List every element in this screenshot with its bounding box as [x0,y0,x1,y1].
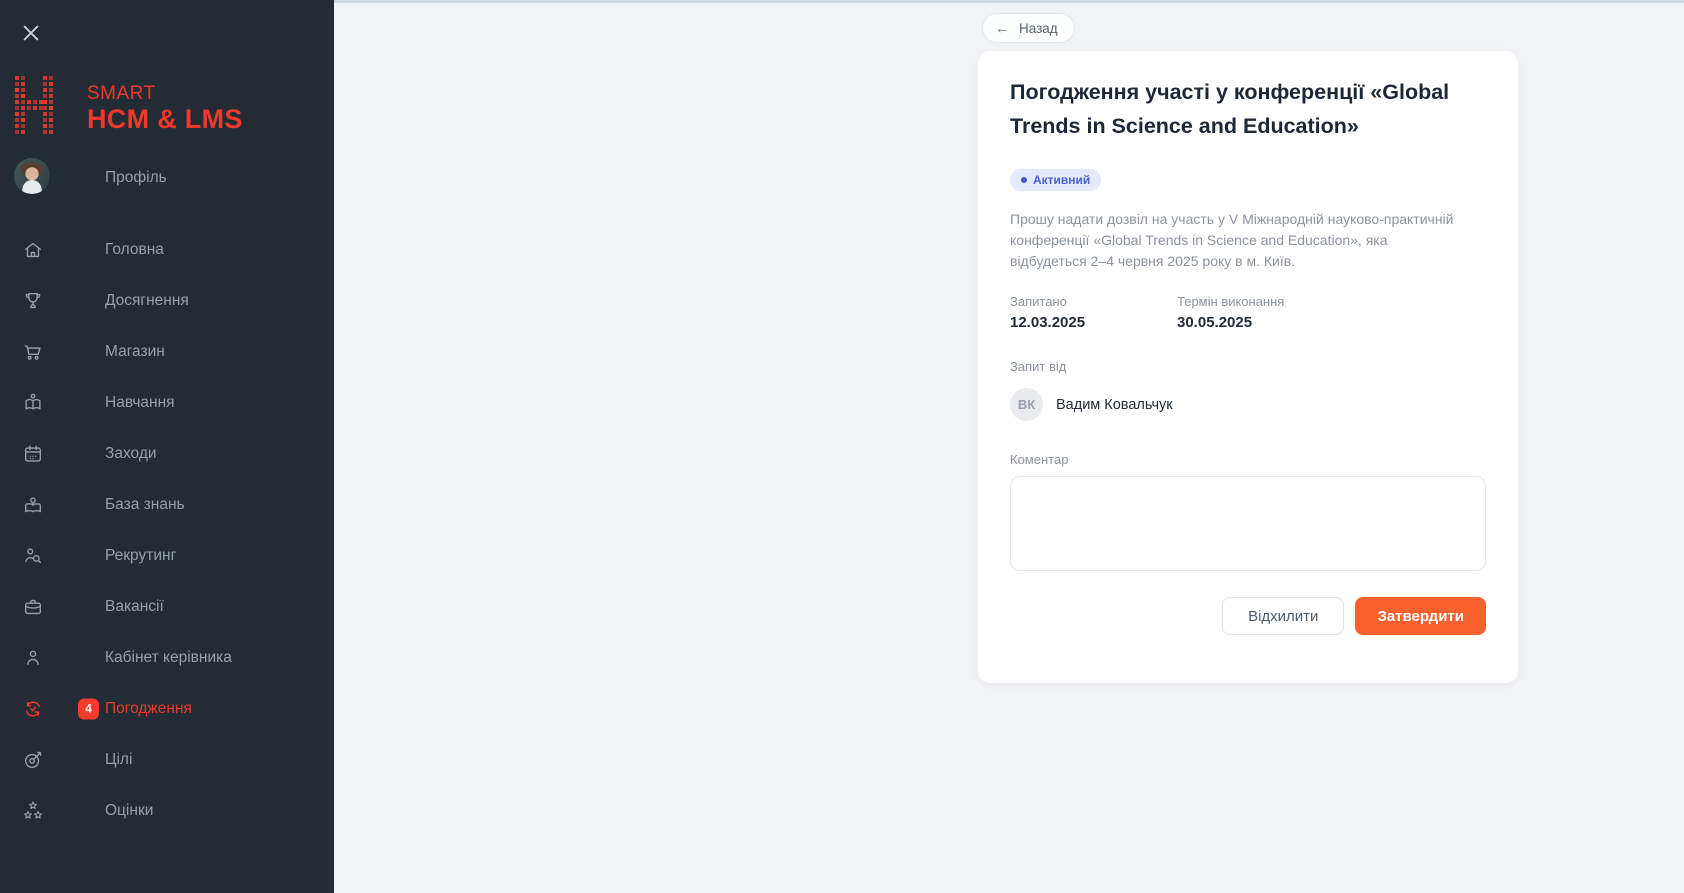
close-icon[interactable] [20,22,42,44]
avatar [14,158,50,194]
approve-button[interactable]: Затвердити [1355,597,1486,635]
approvals-count-badge: 4 [78,698,99,719]
sidebar-item-knowledge-base[interactable]: База знань [0,479,334,530]
sidebar-item-profile[interactable]: Профіль [0,158,334,198]
sidebar-item-recruiting[interactable]: Рекрутинг [0,530,334,581]
app-logo: SMART HCM & LMS [15,76,243,139]
logo-text-smart: SMART [87,83,243,105]
sync-check-icon [22,698,44,720]
sidebar-item-learning[interactable]: Навчання [0,377,334,428]
status-dot-icon [1021,177,1027,183]
sidebar-item-ratings[interactable]: Оцінки [0,785,334,836]
comment-input[interactable] [1010,476,1486,571]
sidebar-item-achievements[interactable]: Досягнення [0,275,334,326]
sidebar-item-goals[interactable]: Цілі [0,734,334,785]
approval-card: Погодження участі у конференції «Global … [978,51,1518,683]
status-badge: Активний [1010,169,1101,191]
sidebar-item-shop[interactable]: Магазин [0,326,334,377]
logo-h-icon [15,76,53,139]
sidebar: SMART HCM & LMS Профіль Головна Досягнен… [0,0,334,893]
due-date-block: Термін виконання 30.05.2025 [1177,294,1344,331]
requested-date-value: 12.03.2025 [1010,314,1177,331]
sidebar-item-vacancies[interactable]: Вакансії [0,581,334,632]
calendar-icon [22,443,44,465]
trophy-icon [22,290,44,312]
comment-label: Коментар [1010,452,1486,467]
open-book-icon [22,392,44,414]
home-icon [22,239,44,261]
sidebar-item-label: Профіль [105,169,167,187]
stars-icon [22,800,44,822]
back-button-label: Назад [1019,21,1058,36]
status-label: Активний [1033,173,1090,187]
request-from-label: Запит від [1010,359,1486,374]
requested-date-block: Запитано 12.03.2025 [1010,294,1177,331]
due-date-value: 30.05.2025 [1177,314,1344,331]
requested-label: Запитано [1010,294,1177,309]
sidebar-item-approvals[interactable]: 4 Погодження [0,683,334,734]
knowledge-book-icon [22,494,44,516]
sidebar-item-events[interactable]: Заходи [0,428,334,479]
page-title: Погодження участі у конференції «Global … [1010,75,1486,143]
sidebar-item-manager-office[interactable]: Кабінет керівника [0,632,334,683]
sidebar-nav: Головна Досягнення Магазин Навчання Захо [0,224,334,836]
top-edge-strip [334,0,1684,3]
back-button[interactable]: ← Назад [982,13,1075,43]
due-label: Термін виконання [1177,294,1344,309]
requester-row: ВК Вадим Ковальчук [1010,388,1486,421]
briefcase-icon [22,596,44,618]
person-icon [22,647,44,669]
target-icon [22,749,44,771]
requester-avatar: ВК [1010,388,1043,421]
request-description: Прошу надати дозвіл на участь у V Міжнар… [1010,209,1462,272]
reject-button[interactable]: Відхилити [1222,597,1344,635]
logo-text-hcm-lms: HCM & LMS [87,105,243,133]
person-search-icon [22,545,44,567]
dates-row: Запитано 12.03.2025 Термін виконання 30.… [1010,294,1486,331]
cart-icon [22,341,44,363]
back-arrow-icon: ← [995,21,1010,36]
actions-row: Відхилити Затвердити [1010,597,1486,635]
sidebar-item-main[interactable]: Головна [0,224,334,275]
requester-name: Вадим Ковальчук [1056,397,1173,413]
